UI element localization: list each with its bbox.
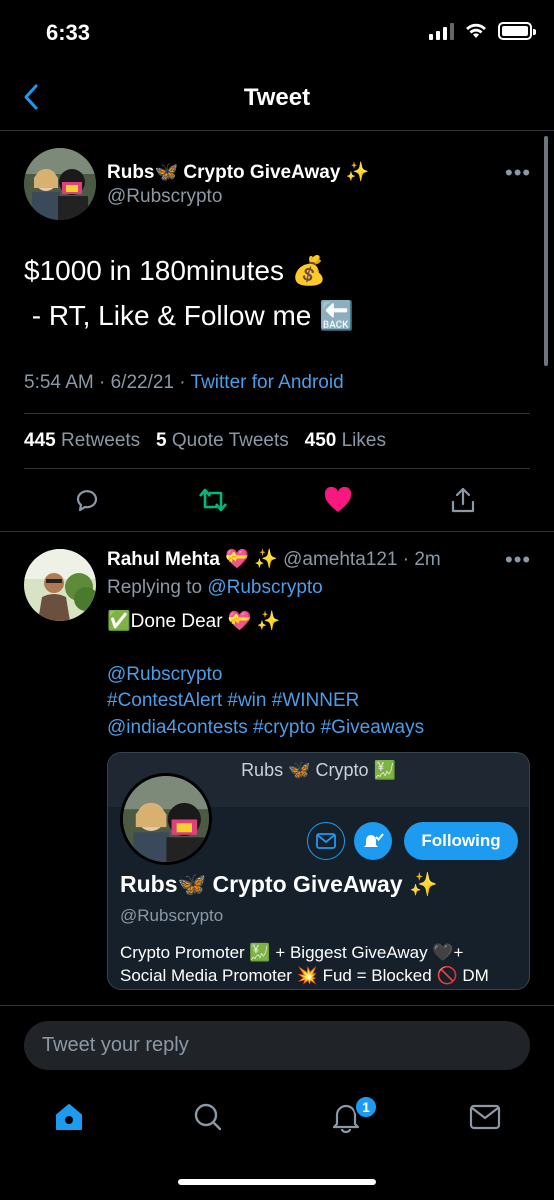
profile-card-bio: Crypto Promoter 💹 + Biggest GiveAway 🖤+ … <box>120 941 489 987</box>
retweet-icon <box>199 488 227 512</box>
replying-to: Replying to @Rubscrypto <box>107 577 323 599</box>
message-button[interactable] <box>307 822 345 860</box>
home-indicator[interactable] <box>178 1179 376 1185</box>
nav-divider <box>0 130 554 131</box>
reply-text-main: ✅Done Dear 💝 ✨ <box>107 611 281 632</box>
author-display-name[interactable]: Rubs🦋 Crypto GiveAway ✨ <box>107 160 369 184</box>
likes-stat[interactable]: 450 Likes <box>305 430 386 451</box>
author-avatar[interactable] <box>24 148 96 220</box>
retweets-stat[interactable]: 445 Retweets <box>24 430 140 451</box>
author-handle[interactable]: @Rubscrypto <box>107 186 222 208</box>
profile-card-bio-line-2: Social Media Promoter 💥 Fud = Blocked 🚫 … <box>120 966 489 985</box>
profile-card-avatar-photo <box>123 776 209 862</box>
page-title: Tweet <box>243 84 311 111</box>
tweet-text-line-2: - RT, Like & Follow me 🔙 <box>24 300 354 331</box>
home-icon <box>56 1104 82 1130</box>
profile-card[interactable]: Rubs 🦋 Crypto 💹 Following Rubs🦋 Crypto G… <box>107 752 530 990</box>
avatar-photo <box>24 148 96 220</box>
reply-more-options-button[interactable]: ••• <box>505 547 531 573</box>
tab-search[interactable] <box>188 1097 228 1137</box>
heart-filled-icon <box>324 486 352 512</box>
profile-card-bio-line-1: Crypto Promoter 💹 + Biggest GiveAway 🖤+ <box>120 943 464 962</box>
reply-text: ✅Done Dear 💝 ✨ @Rubscrypto #ContestAlert… <box>107 609 537 741</box>
replier-header: Rahul Mehta 💝 ✨ @amehta121 · 2m <box>107 547 441 571</box>
like-button[interactable] <box>318 480 358 520</box>
comment-icon <box>76 490 98 512</box>
likes-label: Likes <box>341 430 386 451</box>
battery-icon <box>498 22 536 40</box>
following-button[interactable]: Following <box>404 822 518 860</box>
tweet-text: $1000 in 180minutes 💰 - RT, Like & Follo… <box>24 248 524 338</box>
profile-card-handle: @Rubscrypto <box>120 906 224 925</box>
share-button[interactable] <box>443 480 483 520</box>
quote-tweets-stat[interactable]: 5 Quote Tweets <box>156 430 289 451</box>
scrollbar[interactable] <box>544 136 548 366</box>
bell-check-icon <box>364 833 384 847</box>
engagement-stats: 445 Retweets 5 Quote Tweets 450 Likes <box>24 430 386 452</box>
notifications-badge: 1 <box>354 1095 378 1119</box>
search-icon <box>194 1103 222 1131</box>
quotes-label: Quote Tweets <box>171 430 289 451</box>
retweets-label: Retweets <box>60 430 141 451</box>
status-icons <box>429 22 536 40</box>
replier-avatar-photo <box>24 549 96 621</box>
mail-icon <box>469 1104 501 1130</box>
retweet-button[interactable] <box>193 480 233 520</box>
notifications-toggle-button[interactable] <box>354 822 392 860</box>
reply-hashtags-line-1[interactable]: #ContestAlert #win #WINNER <box>107 688 537 715</box>
tab-messages[interactable] <box>465 1097 505 1137</box>
reply-hashtags-line-2[interactable]: @india4contests #crypto #Giveaways <box>107 715 537 742</box>
tweet-timestamp: 5:54 AM · 6/22/21 · Twitter for Android <box>24 372 344 394</box>
reply-input[interactable]: Tweet your reply <box>24 1021 530 1070</box>
mail-icon <box>316 833 336 849</box>
tweet-divider <box>0 531 554 532</box>
profile-card-display-name: Rubs🦋 Crypto GiveAway ✨ <box>120 871 438 897</box>
share-icon <box>451 487 475 513</box>
composer-divider <box>0 1005 554 1006</box>
more-options-button[interactable]: ••• <box>505 160 531 186</box>
replying-to-handle[interactable]: @Rubscrypto <box>207 577 322 598</box>
status-time: 6:33 <box>46 20 91 45</box>
timestamp-text: 5:54 AM · 6/22/21 · <box>24 372 191 393</box>
replying-to-prefix: Replying to <box>107 577 208 598</box>
replier-display-name[interactable]: Rahul Mehta 💝 ✨ <box>107 549 278 570</box>
replier-avatar[interactable] <box>24 549 96 621</box>
cellular-signal-icon <box>429 22 454 40</box>
stats-divider <box>24 468 530 469</box>
reply-button[interactable] <box>67 480 107 520</box>
quotes-count: 5 <box>156 430 167 451</box>
profile-card-avatar <box>120 773 212 865</box>
meta-divider <box>24 413 530 414</box>
reply-mention[interactable]: @Rubscrypto <box>107 662 537 689</box>
retweets-count: 445 <box>24 430 56 451</box>
tweet-source-link[interactable]: Twitter for Android <box>191 372 344 393</box>
wifi-icon <box>466 23 486 38</box>
replier-handle-time[interactable]: @amehta121 · 2m <box>283 549 441 570</box>
tweet-text-line-1: $1000 in 180minutes 💰 <box>24 255 327 286</box>
likes-count: 450 <box>304 430 337 451</box>
tab-home[interactable] <box>49 1097 89 1137</box>
